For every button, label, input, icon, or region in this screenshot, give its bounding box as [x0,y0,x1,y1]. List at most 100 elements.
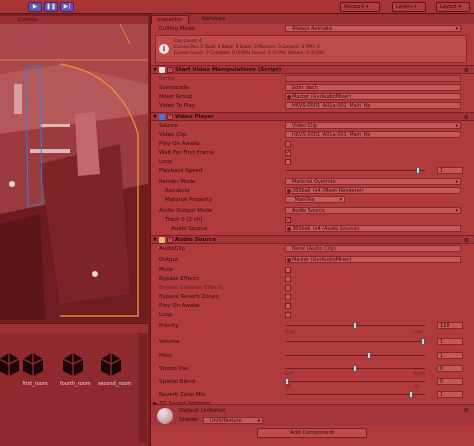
track-checkbox[interactable]: ✓ [285,217,291,223]
audioclip-label: AudioClip [159,246,186,252]
video-clip-label: Video Clip [159,132,187,138]
as-play-on-awake-checkbox[interactable] [285,303,291,309]
gear-icon[interactable]: ⚙ [464,407,469,414]
wait-first-frame-checkbox[interactable]: ✓ [285,150,291,156]
scenecode-label: Scenecode [159,85,190,91]
priority-slider[interactable] [285,322,425,329]
culling-mode-dropdown[interactable]: Always Animate ▾ [285,25,461,32]
video-player-enabled-checkbox[interactable]: ✓ [167,114,173,120]
scene-view[interactable] [0,24,148,320]
slider-knob[interactable] [421,338,425,345]
asset-item[interactable]: second_room [98,351,131,387]
gear-icon[interactable]: ⚙ [464,66,469,75]
expand-arrow-icon[interactable]: ▼ [153,237,157,243]
script-component-header[interactable]: ▼ ✓ Start Video Manipulations (Script) ⚙ [151,65,474,74]
slider-knob[interactable] [416,167,420,174]
pitch-input[interactable]: 1 [437,352,463,359]
spatial-blend-slider[interactable] [285,378,425,385]
wait-first-frame-row: Wait For First Frame ✓ [151,149,469,157]
add-component-button[interactable]: Add Component [257,428,367,438]
vp-loop-checkbox[interactable] [285,159,291,165]
bypass-effects-label: Bypass Effects [159,276,200,282]
material-property-dropdown[interactable]: _MainTex ▾ [285,196,345,203]
stereo-pan-slider[interactable] [285,365,425,372]
play-button[interactable]: ▶ [28,2,42,12]
expand-arrow-icon[interactable]: ▼ [153,114,157,120]
reverb-zone-input[interactable]: 1 [437,391,463,398]
bypass-effects-checkbox[interactable] [285,276,291,282]
playback-speed-input[interactable]: 1 [437,167,463,174]
render-mode-value: Material Override [292,179,336,185]
video-clip-field[interactable]: HKVS-0001_A01a-001_Main_ffp [285,131,461,138]
layers-dropdown[interactable]: Layers ▾ [392,2,426,12]
playback-speed-label: Playback Speed [159,168,203,174]
renderer-field[interactable]: 360ball_lv4 (Mesh Renderer) [285,187,461,194]
asset-label: fourth_room [60,381,91,387]
inspector-tab-bar: Inspector Services [151,14,474,24]
pitch-slider[interactable] [285,352,425,359]
asset-item[interactable]: first_room [20,351,50,387]
source-value: Video Clip [292,123,318,129]
video-player-header[interactable]: ▼ ✓ Video Player ⚙ [151,112,474,121]
mute-label: Mute [159,267,173,273]
reverb-zone-slider[interactable] [285,391,425,398]
step-button[interactable]: ▶| [60,2,74,12]
volume-input[interactable]: 1 [437,338,463,345]
audio-output-value: Audio Source [292,208,325,214]
video-clip-value: HKVS-0001_A01a-001_Main_ffp [292,132,371,138]
volume-slider[interactable] [285,338,425,345]
audioclip-value: None (Audio Clip) [292,246,336,252]
scene-tab-label[interactable]: Console [18,17,38,23]
animator-info-box: i Clip Count: 4 Curves Pos: 0 Quat: 0 Eu… [155,35,467,63]
tab-services[interactable]: Services [197,15,230,24]
playback-speed-slider[interactable] [285,167,425,174]
gear-icon[interactable]: ⚙ [464,236,469,245]
pitch-label: Pitch [159,353,173,359]
video-to-play-field[interactable]: HKVS-0001_A01a-001_Main_ffp [285,102,461,109]
shader-dropdown[interactable]: Unlit/Texture ▾ [203,417,263,424]
render-mode-dropdown[interactable]: Material Override ▾ [285,178,461,185]
bypass-listener-checkbox[interactable] [285,285,291,291]
scenecode-input[interactable]: bdm_dach [285,84,461,91]
asset-item[interactable]: fourth_room [60,351,91,387]
reverb-zone-label: Reverb Zone Mix [159,392,206,398]
script-enabled-checkbox[interactable]: ✓ [167,67,173,73]
pause-button[interactable]: ❚❚ [44,2,58,12]
play-on-awake-checkbox[interactable] [285,141,291,147]
mute-checkbox[interactable] [285,267,291,273]
inspector-panel: Inspector Services Culling Mode Always A… [150,14,474,446]
bypass-reverb-checkbox[interactable] [285,294,291,300]
audio-source-header[interactable]: ▼ ✓ Audio Source ⚙ [151,235,474,244]
bypass-reverb-row: Bypass Reverb Zones [151,293,469,301]
project-scrollbar[interactable] [139,333,147,443]
audio-source-ref-field[interactable]: 360ball_lv4 (Audio Source) [285,225,461,232]
material-preview-icon [157,408,173,424]
project-panel: first_room fourth_room second_room [0,323,148,446]
output-field[interactable]: Master (GvrAudioMixer) [285,256,461,263]
slider-knob[interactable] [409,391,413,398]
slider-knob[interactable] [367,352,371,359]
source-dropdown[interactable]: Video Clip ▾ [285,122,461,129]
priority-low-label: Low [413,330,422,335]
priority-input[interactable]: 128 [437,322,463,329]
account-dropdown[interactable]: Account ▾ [340,2,380,12]
expand-arrow-icon[interactable]: ▼ [153,67,157,73]
volume-row: Volume 1 [151,338,469,346]
gear-icon[interactable]: ⚙ [464,113,469,122]
video-to-play-value: HKVS-0001_A01a-001_Main_ffp [292,103,371,109]
slider-knob[interactable] [353,322,357,329]
bypass-listener-row: Bypass Listener Effects [151,284,469,292]
info-line: Curves Pos: 0 Quat: 0 Euler: 0 Scale: 0 … [174,45,320,50]
audio-source-enabled-checkbox[interactable]: ✓ [167,237,173,243]
tab-inspector[interactable]: Inspector [151,15,189,24]
renderer-label: Renderer [165,188,191,194]
mixer-group-field[interactable]: Master (GvrAudioMixer) [285,93,461,100]
layout-dropdown[interactable]: Layout ▾ [436,2,470,12]
as-loop-checkbox[interactable] [285,312,291,318]
volume-label: Volume [159,339,180,345]
video-clip-row: Video Clip HKVS-0001_A01a-001_Main_ffp [151,131,469,139]
audio-source-ref-value: 360ball_lv4 (Audio Source) [292,226,360,232]
priority-high-label: High [285,330,296,335]
audio-output-dropdown[interactable]: Audio Source ▾ [285,207,461,214]
audioclip-field[interactable]: None (Audio Clip) [285,245,461,252]
